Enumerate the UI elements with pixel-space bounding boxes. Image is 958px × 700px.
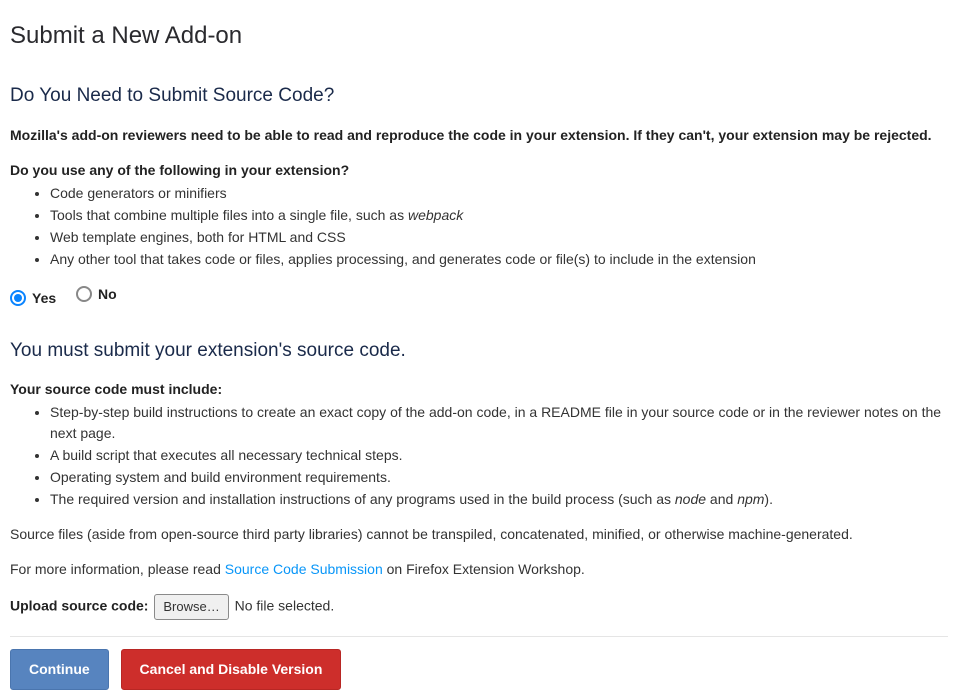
button-row: Continue Cancel and Disable Version xyxy=(10,649,948,690)
source-note: Source files (aside from open-source thi… xyxy=(10,524,948,545)
list-item: Any other tool that takes code or files,… xyxy=(50,249,948,270)
radio-label: No xyxy=(98,284,117,305)
must-submit-heading: You must submit your extension's source … xyxy=(10,337,948,366)
list-item: Web template engines, both for HTML and … xyxy=(50,227,948,248)
intro-text: Mozilla's add-on reviewers need to be ab… xyxy=(10,125,948,146)
requirements-list: Step-by-step build instructions to creat… xyxy=(10,402,948,510)
question-text: Do you use any of the following in your … xyxy=(10,160,948,181)
continue-button[interactable]: Continue xyxy=(10,649,109,690)
section-source-heading: Do You Need to Submit Source Code? xyxy=(10,82,948,111)
must-include-text: Your source code must include: xyxy=(10,379,948,400)
radio-icon xyxy=(76,286,92,302)
radio-label: Yes xyxy=(32,288,56,309)
upload-label: Upload source code: xyxy=(10,597,148,613)
radio-yes[interactable]: Yes xyxy=(10,288,56,309)
more-info: For more information, please read Source… xyxy=(10,559,948,580)
list-item: The required version and installation in… xyxy=(50,489,948,510)
source-submission-link[interactable]: Source Code Submission xyxy=(225,561,383,577)
list-item: A build script that executes all necessa… xyxy=(50,445,948,466)
list-item: Step-by-step build instructions to creat… xyxy=(50,402,948,444)
file-status: No file selected. xyxy=(235,597,335,613)
upload-row: Upload source code: Browse… No file sele… xyxy=(10,594,948,620)
tools-list: Code generators or minifiers Tools that … xyxy=(10,183,948,270)
radio-no[interactable]: No xyxy=(76,284,117,305)
cancel-button[interactable]: Cancel and Disable Version xyxy=(121,649,342,690)
page-title: Submit a New Add-on xyxy=(10,18,948,54)
list-item: Operating system and build environment r… xyxy=(50,467,948,488)
list-item: Code generators or minifiers xyxy=(50,183,948,204)
source-radio-group: Yes No xyxy=(10,284,948,309)
divider xyxy=(10,636,948,637)
list-item: Tools that combine multiple files into a… xyxy=(50,205,948,226)
browse-button[interactable]: Browse… xyxy=(154,594,228,620)
radio-icon xyxy=(10,290,26,306)
